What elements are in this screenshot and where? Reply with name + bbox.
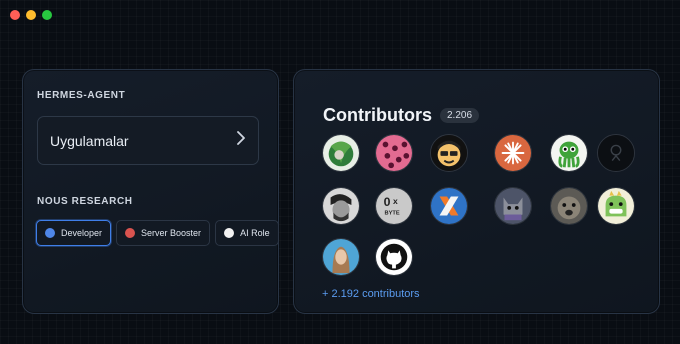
role-chip-label: Server Booster <box>141 228 202 238</box>
avatar-asterisk-logo-icon[interactable] <box>494 134 532 172</box>
contributors-header: Contributors 2.206 <box>323 105 480 126</box>
maximize-window-button[interactable] <box>42 10 52 20</box>
avatar-0x-logo-icon[interactable]: 0 x BYTE <box>375 187 413 225</box>
avatar-dinosaur-icon[interactable] <box>597 187 635 225</box>
role-color-dot <box>125 228 136 238</box>
contributors-title: Contributors <box>323 105 432 125</box>
contributors-card: Contributors 2.206 0 x BYTE + 2.192 cont… <box>293 69 660 314</box>
svg-text:x: x <box>393 196 398 206</box>
chevron-right-icon <box>236 131 246 150</box>
avatar-x-logo-icon[interactable] <box>430 187 468 225</box>
avatar-emoji-face-icon[interactable] <box>430 134 468 172</box>
avatar-portrait-photo-icon[interactable] <box>322 238 360 276</box>
avatar-green-octopus-icon[interactable] <box>550 134 588 172</box>
role-chip-label: Developer <box>61 228 103 238</box>
avatar-pattern-icon[interactable] <box>375 134 413 172</box>
avatar-bw-photo-icon[interactable] <box>322 187 360 225</box>
avatar-github-icon[interactable] <box>375 238 413 276</box>
minimize-window-button[interactable] <box>26 10 36 20</box>
role-chip-server-booster[interactable]: Server Booster <box>116 220 211 246</box>
close-window-button[interactable] <box>10 10 20 20</box>
role-color-dot <box>224 228 235 238</box>
avatar-plant-icon[interactable] <box>322 134 360 172</box>
role-chips: Developer Server Booster AI Role <box>36 220 279 246</box>
role-chip-developer[interactable]: Developer <box>36 220 112 246</box>
apps-selector[interactable]: Uygulamalar <box>37 116 259 165</box>
svg-text:0: 0 <box>384 195 391 209</box>
role-chip-label: AI Role <box>240 228 270 238</box>
role-color-dot <box>45 228 55 238</box>
role-chip-ai-role[interactable]: AI Role <box>215 220 279 246</box>
apps-selector-label: Uygulamalar <box>50 132 129 149</box>
hermes-agent-label: HERMES-AGENT <box>37 90 126 101</box>
avatar-cat-photo-icon[interactable] <box>494 187 532 225</box>
contributors-count-badge: 2.206 <box>439 108 480 123</box>
avatar-dark-icon[interactable] <box>597 134 635 172</box>
svg-text:BYTE: BYTE <box>385 211 400 217</box>
nous-research-label: NOUS RESEARCH <box>37 196 133 207</box>
avatar-dog-photo-icon[interactable] <box>550 187 588 225</box>
more-contributors-link[interactable]: + 2.192 contributors <box>322 288 420 300</box>
hermes-agent-card: HERMES-AGENT Uygulamalar NOUS RESEARCH D… <box>22 69 279 314</box>
window-controls <box>10 10 52 20</box>
